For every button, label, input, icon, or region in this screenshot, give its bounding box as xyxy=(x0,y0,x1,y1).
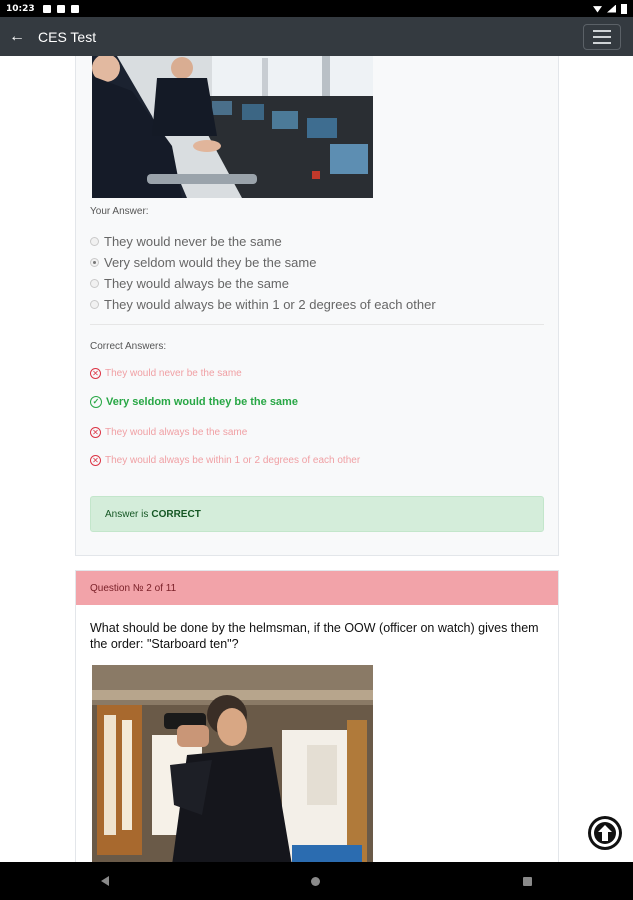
answer-option[interactable]: Very seldom would they be the same xyxy=(90,252,436,273)
your-answer-label: Your Answer: xyxy=(90,206,149,217)
status-time: 10:23 xyxy=(6,3,35,14)
nav-back-icon[interactable] xyxy=(101,876,110,886)
bridge-officers-photo xyxy=(92,56,373,198)
status-bar: 10:23 xyxy=(0,0,633,17)
document-icon xyxy=(70,4,79,13)
battery-icon xyxy=(621,3,627,14)
radio-button-selected[interactable] xyxy=(90,258,99,267)
answer-option-label: Very seldom would they be the same xyxy=(104,255,317,270)
answer-option-label: They would always be within 1 or 2 degre… xyxy=(104,297,436,312)
scroll-to-top-button[interactable] xyxy=(588,816,622,850)
correct-answer-item-wrong: ✕ They would always be the same xyxy=(90,427,247,438)
x-circle-icon: ✕ xyxy=(90,368,101,379)
check-circle-icon: ✓ xyxy=(90,396,102,408)
correct-answer-item-right: ✓ Very seldom would they be the same xyxy=(90,396,298,408)
wifi-icon xyxy=(593,6,602,13)
system-nav-bar xyxy=(0,862,633,900)
nav-home-icon[interactable] xyxy=(311,876,321,886)
scroll-content[interactable]: Your Answer: They would never be the sam… xyxy=(0,56,633,862)
answer-option[interactable]: They would always be within 1 or 2 degre… xyxy=(90,294,436,315)
helmsman-binoculars-photo xyxy=(92,665,373,862)
result-value: CORRECT xyxy=(151,508,201,520)
app-title: CES Test xyxy=(38,28,97,45)
answer-option-label: They would never be the same xyxy=(104,234,282,249)
answer-options: They would never be the same Very seldom… xyxy=(90,231,436,315)
notification-icon xyxy=(42,4,51,13)
x-circle-icon: ✕ xyxy=(90,455,101,466)
question-text: What should be done by the helmsman, if … xyxy=(90,621,539,651)
back-button[interactable]: ← xyxy=(0,28,34,46)
correct-answer-item-wrong: ✕ They would always be within 1 or 2 deg… xyxy=(90,455,360,466)
hamburger-menu-icon xyxy=(593,29,611,32)
hamburger-menu-button[interactable] xyxy=(583,23,621,50)
signal-icon xyxy=(607,4,616,13)
app-notification-icon xyxy=(56,4,65,13)
nav-recents-icon[interactable] xyxy=(522,876,532,886)
question-card-1: Your Answer: They would never be the sam… xyxy=(75,56,559,556)
arrow-up-icon xyxy=(591,819,619,847)
x-circle-icon: ✕ xyxy=(90,427,101,438)
question-header: Question № 2 of 11 xyxy=(76,571,558,605)
result-prefix: Answer is xyxy=(105,508,149,520)
radio-button[interactable] xyxy=(90,300,99,309)
radio-button[interactable] xyxy=(90,279,99,288)
question-card-2: Question № 2 of 11 What should be done b… xyxy=(75,570,559,862)
divider xyxy=(90,324,544,325)
answer-option[interactable]: They would always be the same xyxy=(90,273,436,294)
correct-answers-label: Correct Answers: xyxy=(90,341,167,352)
answer-option-label: They would always be the same xyxy=(104,276,289,291)
app-bar: ← CES Test xyxy=(0,17,633,56)
correct-answer-item-wrong: ✕ They would never be the same xyxy=(90,368,242,379)
arrow-left-icon: ← xyxy=(9,27,25,45)
result-alert: Answer is CORRECT xyxy=(90,496,544,532)
radio-button[interactable] xyxy=(90,237,99,246)
answer-option[interactable]: They would never be the same xyxy=(90,231,436,252)
